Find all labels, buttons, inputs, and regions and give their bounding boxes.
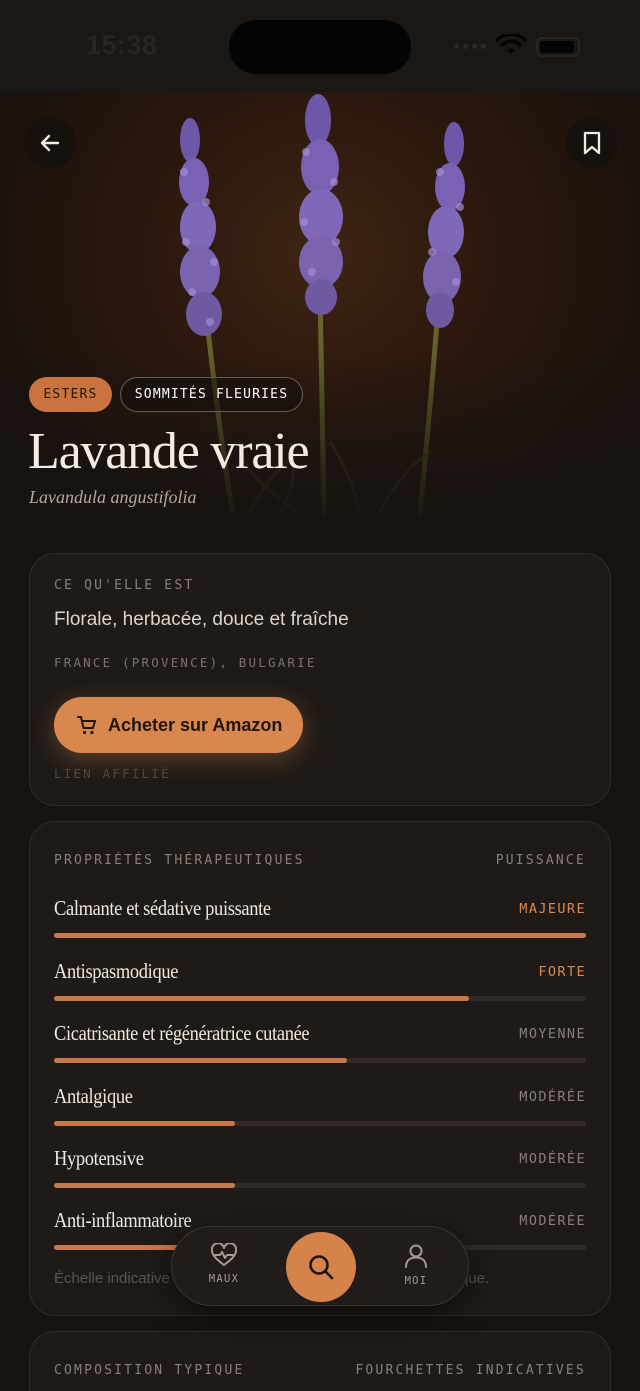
- property-level: MODÉRÉE: [519, 1151, 586, 1167]
- strength-fill: [54, 933, 586, 938]
- nav-moi[interactable]: MOI: [386, 1243, 446, 1287]
- tag-esters[interactable]: ESTERS: [29, 377, 112, 412]
- nav-maux-label: MAUX: [208, 1273, 240, 1285]
- signal-icon: [454, 44, 486, 49]
- strength-fill: [54, 996, 469, 1001]
- property-name: Calmante et sédative puissante: [54, 896, 271, 920]
- property-level: FORTE: [538, 964, 586, 980]
- strength-track: [54, 1121, 586, 1126]
- bookmark-icon: [583, 131, 601, 155]
- strength-fill: [54, 1183, 235, 1188]
- origin-text: FRANCE (PROVENCE), BULGARIE: [54, 655, 317, 670]
- strength-track: [54, 933, 586, 938]
- property-level: MODÉRÉE: [519, 1089, 586, 1105]
- back-button[interactable]: [24, 117, 76, 169]
- nav-moi-label: MOI: [404, 1275, 428, 1287]
- power-label: PUISSANCE: [495, 853, 586, 868]
- bottom-nav: MAUX MOI: [171, 1226, 469, 1306]
- arrow-left-icon: [40, 134, 60, 152]
- composition-card: COMPOSITION TYPIQUE FOURCHETTES INDICATI…: [29, 1331, 611, 1391]
- search-icon: [309, 1255, 334, 1280]
- buy-on-amazon-button[interactable]: Acheter sur Amazon: [54, 697, 303, 753]
- wifi-icon: [495, 34, 527, 54]
- page-title: Lavande vraie: [28, 423, 310, 480]
- property-name: Cicatrisante et régénératrice cutanée: [54, 1021, 310, 1045]
- buy-button-label: Acheter sur Amazon: [108, 714, 283, 735]
- tag-sommites-fleuries[interactable]: SOMMITÉS FLEURIES: [120, 377, 303, 412]
- property-name: Antispasmodique: [54, 959, 179, 983]
- heart-pulse-icon: [210, 1243, 238, 1266]
- property-row: Antalgique MODÉRÉE: [54, 1084, 586, 1146]
- search-button[interactable]: [286, 1232, 356, 1302]
- status-time: 15:38: [86, 30, 158, 60]
- property-row: Calmante et sédative puissante MAJEURE: [54, 896, 586, 958]
- bookmark-button[interactable]: [566, 117, 618, 169]
- hero-image: [0, 92, 640, 552]
- scale-note-start: Échelle indicative: [54, 1270, 170, 1287]
- scent-description: Florale, herbacée, douce et fraîche: [54, 609, 349, 630]
- strength-track: [54, 996, 586, 1001]
- property-row: Antispasmodique FORTE: [54, 959, 586, 1021]
- nav-maux[interactable]: MAUX: [194, 1243, 254, 1285]
- property-name: Antalgique: [54, 1084, 133, 1108]
- properties-title: PROPRIÉTÉS THÉRAPEUTIQUES: [54, 853, 305, 868]
- affiliate-note: LIEN AFFILIÉ: [54, 766, 171, 781]
- composition-title: COMPOSITION TYPIQUE: [54, 1363, 245, 1378]
- property-level: MOYENNE: [519, 1026, 586, 1042]
- strength-track: [54, 1183, 586, 1188]
- dynamic-island: [229, 20, 411, 74]
- status-bar: 15:38: [0, 0, 640, 92]
- strength-track: [54, 1058, 586, 1063]
- range-label: FOURCHETTES INDICATIVES: [355, 1363, 586, 1378]
- strength-fill: [54, 1121, 235, 1126]
- property-name: Hypotensive: [54, 1146, 144, 1170]
- property-name: Anti-inflammatoire: [54, 1208, 192, 1232]
- property-row: Hypotensive MODÉRÉE: [54, 1146, 586, 1208]
- latin-name: Lavandula angustifolia: [29, 487, 197, 507]
- property-row: Cicatrisante et régénératrice cutanée MO…: [54, 1021, 586, 1083]
- user-icon: [405, 1244, 427, 1268]
- overview-label: CE QU'ELLE EST: [54, 578, 195, 593]
- cart-icon: [77, 716, 96, 735]
- property-level: MAJEURE: [519, 901, 586, 917]
- strength-fill: [54, 1058, 347, 1063]
- property-level: MODÉRÉE: [519, 1213, 586, 1229]
- battery-icon: [536, 37, 580, 57]
- overview-card: CE QU'ELLE EST Florale, herbacée, douce …: [29, 553, 611, 806]
